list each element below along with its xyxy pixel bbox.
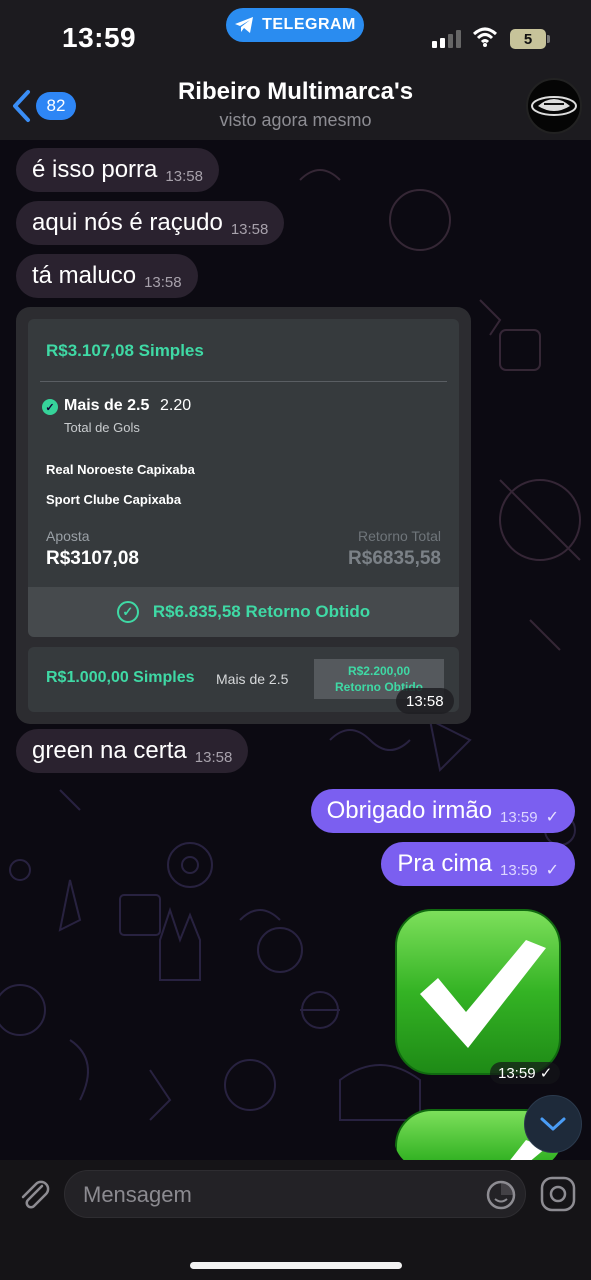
bet-title: R$3.107,08 Simples	[46, 341, 204, 360]
message-input-bar	[0, 1160, 591, 1280]
message-time: 13:59	[500, 809, 538, 826]
second-bet-market: Mais de 2.5	[216, 671, 289, 687]
read-check-icon: ✓	[545, 809, 559, 826]
message-bubble-incoming[interactable]: é isso porra 13:58	[16, 148, 219, 192]
bet-selection: Mais de 2.5	[64, 397, 150, 414]
telegram-icon	[235, 17, 254, 33]
bet-odd: 2.20	[160, 397, 192, 414]
second-bet-slip: R$1.000,00 Simples Mais de 2.5 R$2.200,0…	[28, 647, 459, 712]
message-time: 13:58	[194, 749, 233, 766]
camera-icon[interactable]	[538, 1174, 578, 1214]
message-time: 13:58	[144, 274, 182, 291]
message-bubble-outgoing[interactable]: Obrigado irmão 13:59 ✓	[310, 789, 575, 833]
message-input[interactable]	[83, 1181, 463, 1209]
sticker-time: 13:59 ✓	[490, 1062, 561, 1084]
telegram-return-pill[interactable]: TELEGRAM	[226, 8, 364, 42]
second-bet-title: R$1.000,00 Simples	[46, 669, 195, 686]
message-text: tá maluco	[32, 262, 137, 289]
check-circle-icon: ✓	[116, 601, 139, 623]
team-home: Real Noroeste Capixaba	[46, 462, 195, 477]
chat-title[interactable]: Ribeiro Multimarca's	[0, 78, 591, 106]
check-mark-emoji-icon[interactable]	[394, 908, 562, 1076]
stake-value: R$3107,08	[46, 548, 139, 569]
message-time: 13:58	[165, 168, 203, 185]
message-bubble-incoming[interactable]: tá maluco 13:58	[16, 254, 198, 298]
avatar[interactable]	[526, 78, 582, 134]
chevron-down-icon	[540, 1117, 566, 1131]
signal-icon	[432, 30, 461, 48]
message-text: aqui nós é raçudo	[32, 209, 223, 236]
paperclip-icon[interactable]	[14, 1174, 54, 1214]
read-check-icon: ✓	[545, 862, 559, 879]
message-text: green na certa	[32, 737, 187, 764]
sticker-icon[interactable]	[485, 1179, 517, 1211]
avatar-logo-icon	[531, 96, 577, 116]
scroll-to-bottom-button[interactable]	[524, 1095, 582, 1153]
sticker-time-text: 13:59	[498, 1065, 536, 1082]
message-text: Pra cima	[397, 850, 493, 877]
message-bubble-incoming[interactable]: aqui nós é raçudo 13:58	[16, 201, 285, 245]
return-value: R$6835,58	[348, 548, 441, 569]
bet-screenshot-image[interactable]: R$3.107,08 Simples ✓ Mais de 2.5 2.20 To…	[16, 307, 471, 724]
home-indicator	[190, 1262, 402, 1269]
battery-nub	[547, 35, 550, 43]
result-bar: ✓ R$6.835,58 Retorno Obtido	[28, 587, 459, 637]
result-text: R$6.835,58 Retorno Obtido	[152, 602, 371, 621]
bet-slip: R$3.107,08 Simples ✓ Mais de 2.5 2.20 To…	[28, 319, 459, 632]
message-text: é isso porra	[32, 156, 158, 183]
stake-label: Aposta	[46, 528, 90, 544]
status-time: 13:59	[62, 22, 137, 53]
message-time: 13:59	[500, 862, 538, 879]
message-time: 13:58	[230, 221, 269, 238]
message-bubble-outgoing[interactable]: Pra cima 13:59 ✓	[381, 842, 575, 886]
message-text: Obrigado irmão	[326, 797, 493, 824]
app-pill-label: TELEGRAM	[262, 16, 356, 33]
check-mark-icon: ✓	[42, 399, 58, 415]
message-field[interactable]	[64, 1170, 526, 1218]
message-bubble-incoming[interactable]: green na certa 13:58	[16, 729, 249, 773]
team-away: Sport Clube Capixaba	[46, 492, 182, 507]
bet-market: Total de Gols	[64, 420, 140, 435]
chat-status: visto agora mesmo	[219, 110, 372, 130]
wifi-icon	[472, 27, 498, 47]
divider	[40, 381, 447, 382]
second-return-amount: R$2.200,00	[347, 664, 411, 678]
return-label: Retorno Total	[357, 528, 441, 544]
battery-indicator: 5	[510, 29, 546, 49]
image-time: 13:58	[396, 688, 454, 714]
chat-header: 13:59 TELEGRAM 5 82 Ribeiro Multimarca's…	[0, 0, 591, 140]
